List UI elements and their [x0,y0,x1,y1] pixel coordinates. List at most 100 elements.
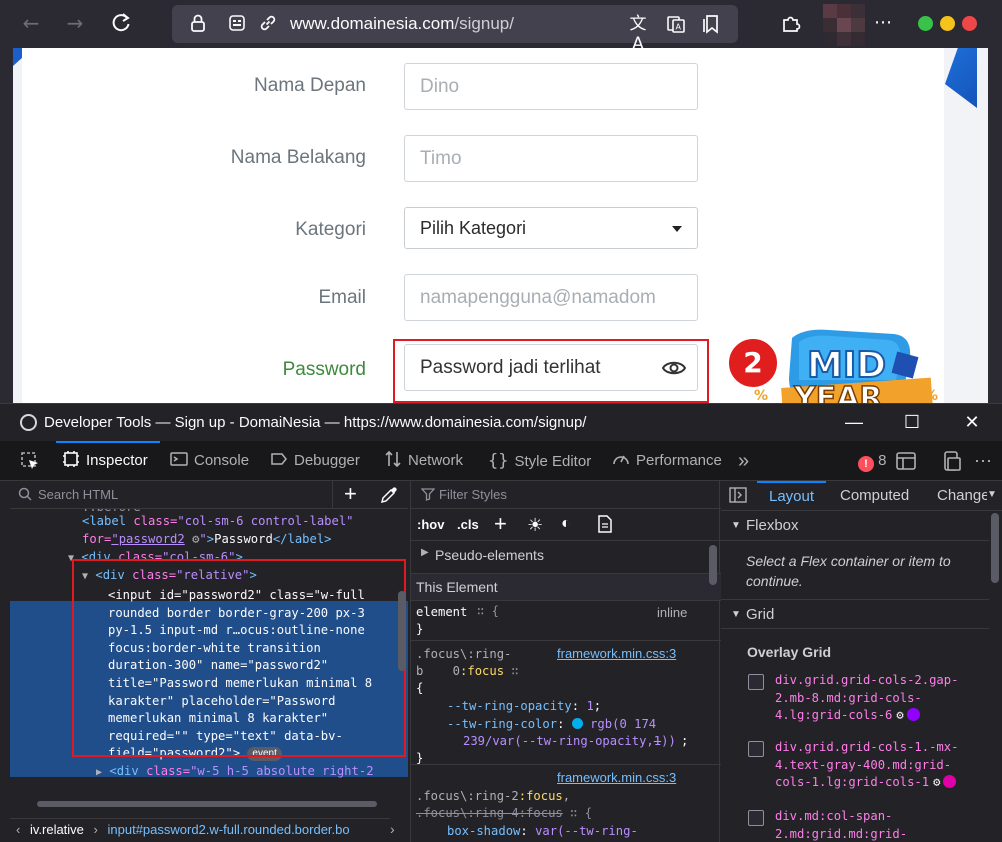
first-name-label: Nama Depan [254,75,366,96]
horizontal-scrollbar[interactable] [15,799,377,809]
forward-arrow-icon[interactable]: → [60,8,90,38]
grid-item[interactable]: div.grid.grid-cols-2.gap-2.mb-8.md:grid-… [775,672,975,725]
breadcrumb-right-chevron-icon[interactable]: › [390,818,408,842]
browser-toolbar: ← → www.domainesia.com/signup/ 文A A ⋯ [0,0,1002,54]
url-bar[interactable]: www.domainesia.com/signup/ 文A A [172,5,738,54]
dark-mode-icon[interactable]: ◐ [561,515,571,533]
filter-icon [420,487,436,504]
svg-text:A: A [676,23,682,32]
stylesheet-link[interactable]: framework.min.css:3 [557,770,676,785]
breadcrumb-item[interactable]: iv.relative [30,822,84,837]
tab-style-editor[interactable]: {} Style Editor [488,441,591,481]
add-node-icon[interactable]: + [344,482,357,506]
window-close-button[interactable] [962,16,977,31]
tab-changes[interactable]: Change [937,487,990,504]
grid-color-swatch[interactable] [906,708,920,722]
devtools-titlebar: Developer Tools — Sign up - DomaiNesia —… [0,403,1002,441]
color-swatch[interactable] [571,718,583,729]
screenshot-root: ← → www.domainesia.com/signup/ 文A A ⋯ Na… [0,0,1002,842]
chevron-down-icon[interactable]: ▼ [987,489,997,500]
focus-ring-rule[interactable]: framework.min.css:3 .focus\:ring- b 0:fo… [411,645,721,765]
grid-overlay-checkbox[interactable] [748,741,764,757]
webpage-viewport: Nama Depan Dino Nama Belakang Timo Kateg… [0,48,1002,403]
back-arrow-icon[interactable]: ← [16,8,46,38]
element-rule[interactable]: element ∷ { inline } [411,604,721,641]
flexbox-section-header[interactable]: ▼ Flexbox [721,511,989,541]
permissions-icon[interactable] [227,14,247,34]
lock-icon[interactable] [188,14,208,34]
eyedropper-icon[interactable] [380,486,398,509]
this-element-header: This Element [411,573,721,601]
element-picker-icon[interactable] [20,441,44,481]
grid-overlay-checkbox[interactable] [748,810,764,826]
profile-avatar[interactable] [823,4,865,46]
vertical-scrollbar[interactable] [398,591,406,671]
grid-color-swatch[interactable] [943,775,957,789]
sidebar-toggle-icon[interactable] [729,487,747,508]
css-rules-pane: Filter Styles :hov .cls + ☀ ◐ ▶ Pseudo-e… [410,481,721,842]
filter-styles-input[interactable]: Filter Styles [439,487,507,502]
devtools-tabbar: Inspector Console Debugger Network {} Sty… [0,441,1002,481]
stylesheet-link[interactable]: framework.min.css:3 [557,646,676,661]
email-label: Email [318,287,366,308]
more-tabs-chevron-icon[interactable]: » [738,441,749,481]
tab-layout[interactable]: Layout [757,481,827,511]
annotation-badge-2: 2 [726,336,780,390]
window-minimize-button[interactable] [918,16,933,31]
email-field[interactable]: namapengguna@namadom [404,274,698,321]
close-icon[interactable]: ✕ [960,410,984,434]
tree-node-div-icon[interactable]: ▶ <div class="w-5 h-5 absolute right-2 [96,763,374,782]
print-media-icon[interactable] [597,515,613,536]
pseudo-elements-toggle[interactable]: ▶ Pseudo-elements [411,543,721,569]
rules-toolbar: :hov .cls + ☀ ◐ [411,509,721,541]
flexbox-hint: Select a Flex container or item to conti… [746,553,951,589]
extensions-icon[interactable] [776,8,806,38]
search-html-input[interactable]: Search HTML [38,487,118,502]
light-mode-icon[interactable]: ☀ [527,515,543,536]
grid-overlay-checkbox[interactable] [748,674,764,690]
tab-computed[interactable]: Computed [840,487,909,504]
reload-icon[interactable] [106,8,136,38]
layout-pane: Layout Computed Change ▼ ▼ Flexbox Selec… [721,481,1002,842]
tab-inspector[interactable]: Inspector [56,441,160,481]
maximize-icon[interactable]: ☐ [900,410,924,434]
dock-options-icon[interactable] [942,441,962,481]
filter-styles-row: Filter Styles [411,481,721,509]
tab-debugger[interactable]: Debugger [270,441,360,481]
tab-console[interactable]: Console [170,441,249,481]
grid-section-header[interactable]: ▼ Grid [721,599,989,629]
vertical-scrollbar[interactable] [709,545,717,585]
window-maximize-button[interactable] [940,16,955,31]
last-name-field[interactable]: Timo [404,135,698,182]
add-rule-icon[interactable]: + [494,511,507,537]
error-count[interactable]: ! 8 [858,441,887,481]
search-html-row: Search HTML + [10,481,408,509]
tab-performance[interactable]: Performance [612,441,722,481]
url-text[interactable]: www.domainesia.com/signup/ [290,14,514,34]
highlight-box-password [393,339,709,403]
tree-node-label[interactable]: <label class="col-sm-6 control-label" [82,513,354,531]
password-label: Password [282,359,366,380]
grid-item[interactable]: div.grid.grid-cols-1.-mx-4.text-gray-400… [775,739,975,792]
translate-icon[interactable]: 文A [628,14,648,54]
focus-ring2-rule[interactable]: framework.min.css:3 .focus\:ring-2:focus… [411,769,721,842]
responsive-mode-icon[interactable] [896,441,916,481]
vertical-scrollbar[interactable] [991,513,999,583]
category-select[interactable]: Pilih Kategori [404,207,698,249]
chevron-down-icon [672,226,682,232]
first-name-field[interactable]: Dino [404,63,698,110]
minimize-icon[interactable]: — [842,410,866,434]
breadcrumb-left-chevron-icon[interactable]: ‹ [16,822,20,837]
bookmark-icon[interactable] [702,14,722,34]
breadcrumb-item-active[interactable]: input#password2.w-full.rounded.border.bo [108,822,350,837]
hov-button[interactable]: :hov [417,517,444,532]
link-icon[interactable] [258,14,278,34]
html-tree-pane: Search HTML + ::before <label class="col… [10,481,408,842]
settings-dots-icon[interactable]: ⋯ [974,441,992,481]
svg-text:%: % [754,388,768,403]
tab-network[interactable]: Network [384,441,463,481]
cls-button[interactable]: .cls [457,517,479,532]
grid-item[interactable]: div.md:col-span-2.md:grid.md:grid- [775,808,975,842]
menu-dots-icon[interactable]: ⋯ [868,8,898,38]
reader-translate-icon[interactable]: A [666,14,686,34]
